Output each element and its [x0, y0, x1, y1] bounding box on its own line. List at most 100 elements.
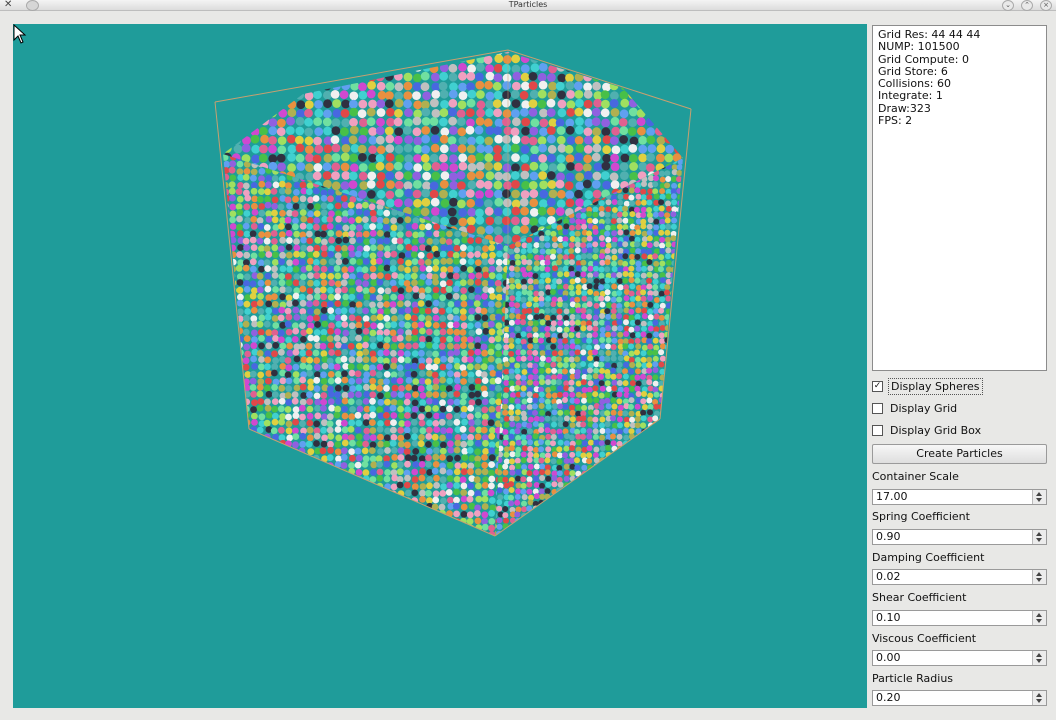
particle [215, 476, 222, 483]
particle [389, 265, 397, 273]
particle [369, 265, 377, 273]
particle [568, 518, 575, 525]
particle [356, 293, 364, 300]
particle [223, 440, 229, 448]
particle [511, 99, 521, 108]
particle [468, 426, 476, 433]
particle [580, 500, 587, 507]
particle [592, 428, 599, 435]
particle [574, 230, 581, 237]
particle [552, 242, 558, 249]
close-icon[interactable]: × [1040, 0, 1052, 11]
particle [520, 482, 527, 489]
particle [611, 207, 618, 213]
particle [348, 293, 356, 301]
gl-viewport[interactable] [13, 24, 867, 708]
particle [598, 284, 605, 291]
particle [485, 108, 494, 118]
particle [341, 397, 349, 405]
particle [258, 413, 266, 421]
particle [616, 499, 623, 506]
minimize-icon[interactable]: ⌄ [1002, 0, 1014, 11]
particle [313, 90, 322, 100]
particle [251, 202, 258, 210]
particle [432, 496, 440, 504]
particle [659, 470, 666, 477]
particle [354, 250, 362, 258]
particle [465, 108, 475, 118]
particle [341, 503, 348, 511]
particle [425, 461, 432, 468]
particle [592, 373, 599, 380]
particle [224, 90, 234, 100]
particle [384, 287, 392, 295]
particle [292, 418, 299, 426]
particle [605, 524, 611, 531]
particle [230, 517, 238, 524]
particle [426, 238, 434, 245]
particle [284, 496, 292, 504]
particle [287, 108, 297, 118]
particle [295, 55, 305, 65]
particle [481, 406, 489, 414]
particle [460, 392, 468, 400]
particle [611, 379, 618, 386]
particle [634, 206, 640, 213]
particle [271, 391, 279, 398]
particle [356, 236, 363, 244]
particle [320, 440, 328, 448]
particle [593, 439, 600, 446]
particle [342, 272, 350, 280]
particle [243, 273, 251, 281]
particle [232, 109, 242, 119]
particle [285, 420, 293, 428]
particle [568, 265, 575, 272]
particle [278, 273, 286, 280]
particle [646, 506, 653, 513]
maximize-icon[interactable]: ⌃ [1021, 0, 1033, 11]
particle [658, 434, 665, 441]
particle [306, 405, 314, 413]
particle [562, 493, 569, 500]
particle [333, 334, 341, 342]
particle [369, 411, 377, 419]
particle [243, 489, 251, 497]
particle [284, 320, 292, 328]
particle [684, 429, 690, 435]
particle [237, 524, 245, 532]
particle [411, 279, 418, 287]
particle [652, 476, 659, 483]
particle [424, 510, 432, 518]
particle [628, 63, 638, 72]
particle [236, 405, 244, 413]
particle [376, 524, 384, 531]
particle [532, 530, 539, 536]
particle [355, 469, 363, 476]
particle [538, 511, 545, 518]
particle [684, 423, 690, 429]
particle [538, 524, 545, 530]
particle [599, 326, 606, 333]
particle [520, 451, 527, 458]
particle [502, 439, 509, 446]
particle [291, 454, 299, 462]
particle [545, 433, 552, 440]
particle [278, 306, 286, 314]
particle [250, 174, 257, 182]
particle [634, 337, 641, 344]
particle [411, 265, 419, 273]
particle [278, 258, 285, 266]
particle [617, 331, 624, 338]
particle [356, 285, 363, 293]
particle [328, 362, 335, 370]
particle [306, 476, 314, 483]
particle [386, 52, 396, 56]
particle [313, 187, 320, 195]
particle [403, 481, 411, 489]
particle [682, 380, 683, 387]
particle [527, 295, 534, 302]
particle [605, 337, 612, 344]
particle [550, 361, 557, 368]
particle [664, 55, 673, 65]
particle [244, 475, 251, 483]
